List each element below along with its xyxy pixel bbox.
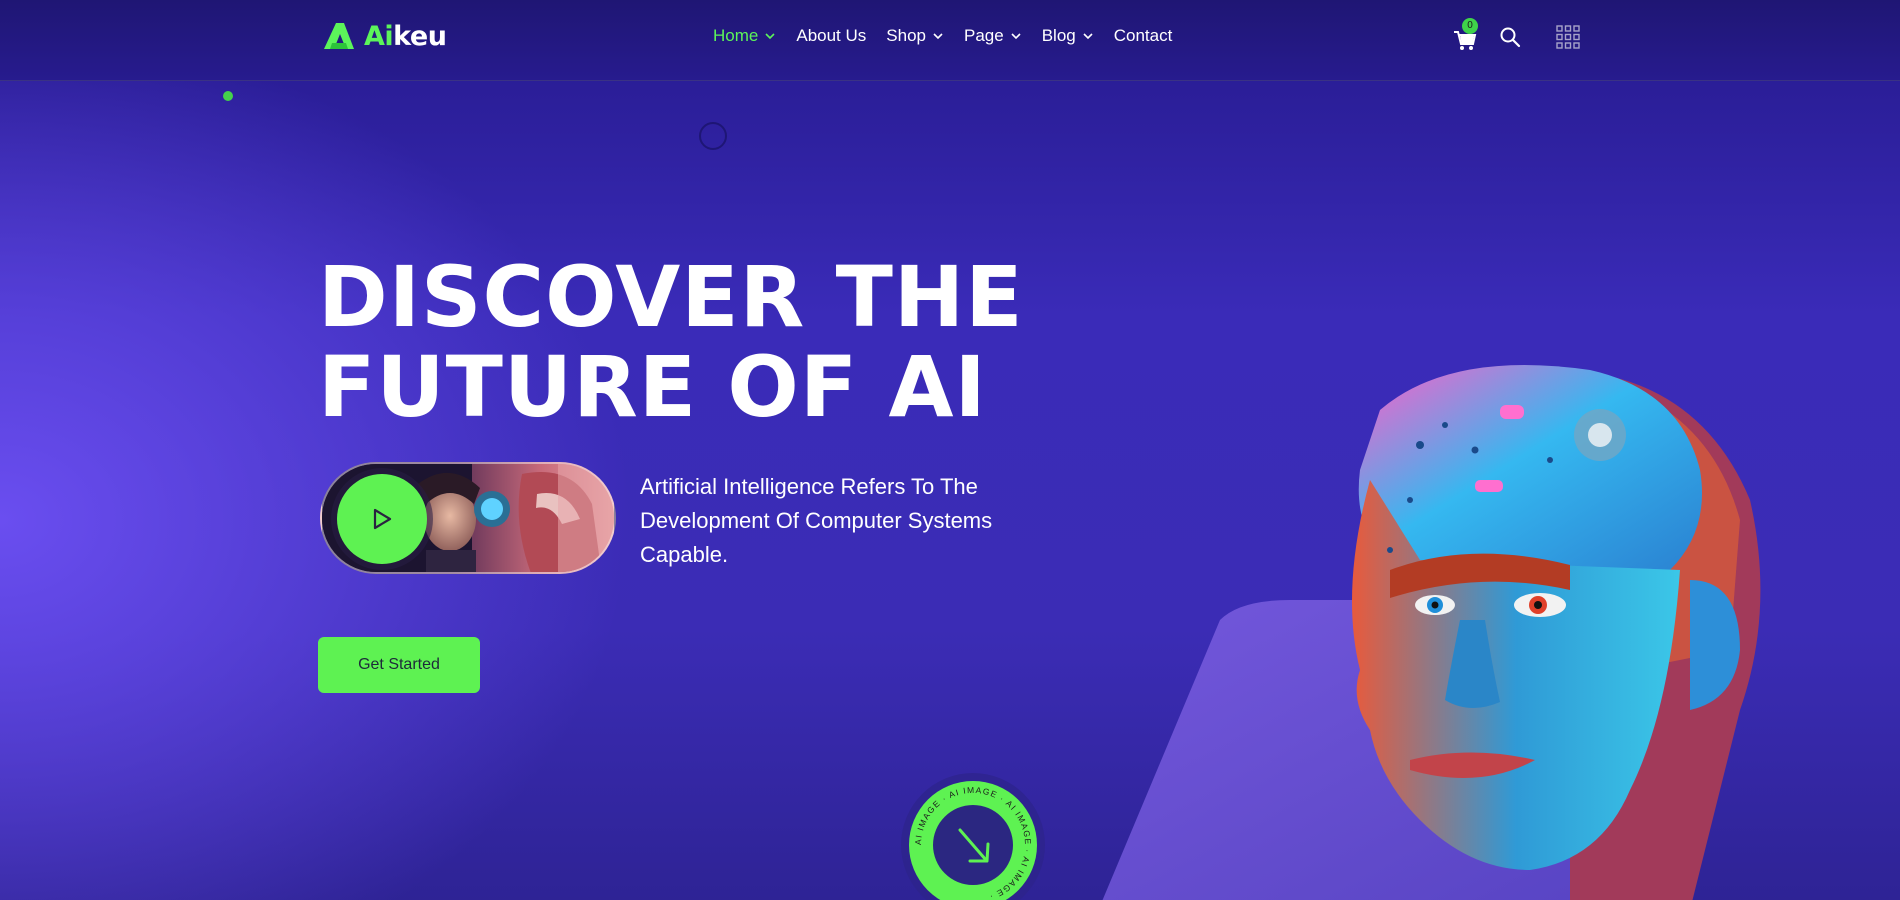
page: Aikeu Home About Us Shop Page Blog Conta… [0, 0, 1900, 900]
get-started-button[interactable]: Get Started [318, 637, 480, 693]
cart-count-badge: 0 [1462, 18, 1478, 34]
nav-item-label: Blog [1041, 26, 1076, 45]
nav-item-blog[interactable]: Blog [1042, 24, 1094, 48]
chevron-down-icon [1011, 33, 1021, 40]
nav-item-contact[interactable]: Contact [1114, 24, 1173, 48]
nav-item-page[interactable]: Page [964, 24, 1022, 48]
logo-text: Aikeu [364, 20, 447, 52]
main-nav: Home About Us Shop Page Blog Contact [713, 24, 1192, 48]
nav-item-label: Shop [886, 26, 926, 45]
chevron-down-icon [933, 33, 943, 40]
play-icon [373, 508, 392, 530]
nav-item-label: Page [964, 26, 1004, 45]
chevron-down-icon [1083, 33, 1093, 40]
decorative-ring [699, 122, 727, 150]
logo-mark-icon [324, 23, 354, 49]
hero-headline-line-1: DISCOVER THE [318, 248, 1024, 346]
play-button[interactable] [337, 474, 427, 564]
search-icon[interactable] [1499, 26, 1521, 48]
site-header: Aikeu Home About Us Shop Page Blog Conta… [0, 0, 1900, 81]
nav-item-label: About Us [796, 26, 867, 45]
hero-headline-line-2: FUTURE OF AI [318, 338, 987, 436]
grid-menu-icon[interactable] [1556, 25, 1580, 49]
nav-item-label: Contact [1113, 26, 1173, 45]
nav-item-about-us[interactable]: About Us [796, 24, 866, 48]
nav-item-label: Home [713, 26, 759, 45]
hero-headline: DISCOVER THE FUTURE OF AI [318, 252, 1024, 432]
hero-description: Artificial Intelligence Refers To The De… [640, 474, 993, 567]
decorative-dot [223, 91, 233, 101]
scroll-down-badge[interactable]: AI IMAGE · AI IMAGE · AI IMAGE · AI IMAG… [900, 772, 1046, 900]
ai-robot-head-image [1352, 365, 1761, 900]
chevron-down-icon [765, 33, 775, 40]
logo[interactable]: Aikeu [322, 20, 447, 52]
nav-item-shop[interactable]: Shop [886, 24, 944, 48]
nav-item-home[interactable]: Home [713, 24, 776, 48]
